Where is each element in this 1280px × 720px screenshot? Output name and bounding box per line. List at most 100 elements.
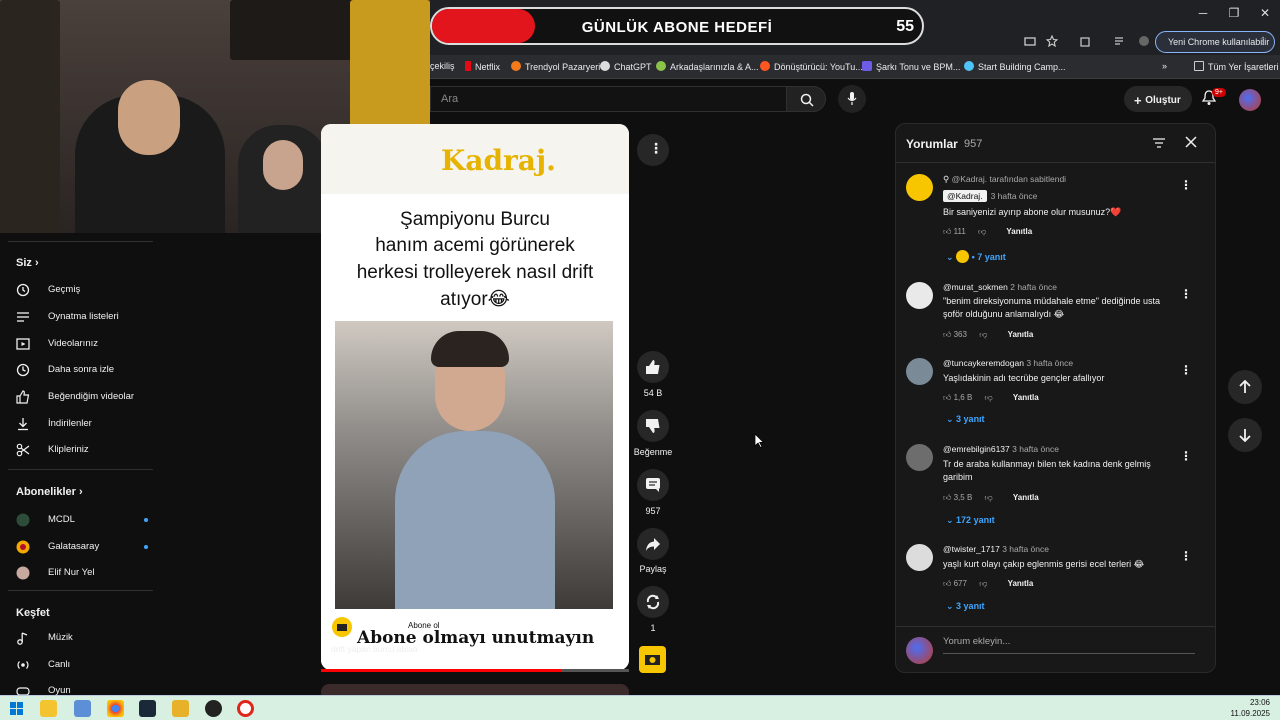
bookmark-arkadas[interactable]: Arkadaşlarınızla & A... [656, 61, 759, 72]
bookmark-netflix[interactable]: Netflix [465, 61, 500, 72]
comment-avatar[interactable] [906, 544, 933, 571]
like-comment-icon[interactable]: 👍︎ [943, 227, 951, 236]
reply-button[interactable]: Yanıtla [1006, 227, 1032, 236]
close-icon[interactable] [1184, 135, 1198, 149]
more-options-button[interactable]: ⋮ [637, 134, 669, 166]
sidebar-item-music[interactable]: Müzik [16, 629, 146, 649]
sidebar-item-watch-later[interactable]: Daha sonra izle [16, 361, 146, 381]
comment-avatar[interactable] [906, 444, 933, 471]
dislike-button[interactable] [637, 410, 669, 442]
install-icon[interactable] [1024, 36, 1036, 48]
sidebar-subs-header[interactable]: Abonelikler › [16, 486, 83, 498]
like-comment-icon[interactable]: 👍︎ [943, 579, 951, 588]
search-button[interactable] [786, 86, 826, 112]
sidebar-item-downloads[interactable]: İndirilenler [16, 415, 146, 435]
comment-menu-icon[interactable]: ⋮ [1180, 363, 1192, 377]
close-window-button[interactable]: ✕ [1250, 6, 1280, 20]
comment-author[interactable]: @tuncaykeremdogan [943, 358, 1024, 368]
replies-toggle[interactable]: ⌄ 172 yanıt [946, 515, 995, 526]
windows-start-icon[interactable] [10, 702, 23, 715]
dislike-comment-icon[interactable]: 👎︎ [979, 330, 987, 339]
short-description[interactable]: drift yapan burcu ablaa #edit #drift #ar… [331, 644, 629, 654]
app-icon[interactable] [205, 700, 222, 717]
comment-author[interactable]: @twister_1717 [943, 544, 1000, 554]
sidebar-item-clips[interactable]: Klipleriniz [16, 441, 146, 461]
channel-thumbnail[interactable] [639, 646, 666, 673]
replies-toggle[interactable]: ⌄ 3 yanıt [946, 414, 985, 425]
sidebar-item-your-videos[interactable]: Videolarınız [16, 335, 146, 355]
comment-menu-icon[interactable]: ⋮ [1180, 287, 1192, 301]
dislike-comment-icon[interactable]: 👎︎ [985, 493, 993, 502]
like-button[interactable] [637, 351, 669, 383]
bookmark-trendyol[interactable]: Trendyol Pazaryeri [511, 61, 600, 72]
next-short-peek[interactable] [321, 684, 629, 695]
sidebar-item-playlists[interactable]: Oynatma listeleri [16, 308, 146, 328]
sidebar-item-liked[interactable]: Beğendiğim videolar [16, 388, 146, 408]
comment-author[interactable]: @Kadraj. [943, 190, 987, 202]
bookmark-0[interactable]: çekiliş [430, 61, 455, 71]
bookmark-donusturucu[interactable]: Dönüştürücü: YouTu... [760, 61, 863, 72]
like-comment-icon[interactable]: 👍︎ [943, 493, 951, 502]
file-explorer-icon[interactable] [40, 700, 57, 717]
reply-button[interactable]: Yanıtla [1013, 393, 1039, 402]
chrome-update-pill[interactable]: Yeni Chrome kullanılabilir ⋮ [1155, 31, 1275, 53]
steam-icon[interactable] [139, 700, 156, 717]
channel-logo-icon[interactable] [331, 616, 353, 638]
create-button[interactable]: + Oluştur [1124, 86, 1192, 112]
bookmark-start[interactable]: Start Building Camp... [964, 61, 1066, 72]
dislike-comment-icon[interactable]: 👎︎ [985, 393, 993, 402]
sidebar-subs-label: Abonelikler [16, 486, 76, 498]
channel-handle[interactable]: @Kadraj. [357, 617, 395, 627]
search-input[interactable]: Ara [430, 86, 786, 112]
bookmark-sarki[interactable]: Şarkı Tonu ve BPM... [862, 61, 960, 72]
app-icon[interactable] [172, 700, 189, 717]
sidebar-sub-elif[interactable]: Elif Nur Yel [16, 564, 146, 584]
app-icon[interactable] [74, 700, 91, 717]
dislike-comment-icon[interactable]: 👎︎ [978, 227, 986, 236]
minimize-button[interactable]: ─ [1188, 6, 1218, 20]
like-comment-icon[interactable]: 👍︎ [943, 393, 951, 402]
sort-icon[interactable] [1152, 137, 1166, 149]
comment-avatar[interactable] [906, 174, 933, 201]
like-comment-icon[interactable]: 👍︎ [943, 330, 951, 339]
media-icon[interactable] [1114, 35, 1126, 47]
voice-search-button[interactable] [838, 85, 866, 113]
bookmark-chatgpt[interactable]: ChatGPT [600, 61, 652, 72]
bookmarks-overflow-icon[interactable]: » [1162, 61, 1167, 71]
comment-avatar[interactable] [906, 358, 933, 385]
remix-button[interactable] [637, 586, 669, 618]
reply-button[interactable]: Yanıtla [1008, 330, 1034, 339]
chrome-icon[interactable] [107, 700, 124, 717]
sidebar-item-history[interactable]: Geçmiş [16, 281, 146, 301]
comment-author[interactable]: @murat_sokmen [943, 282, 1008, 292]
extensions-icon[interactable] [1079, 35, 1091, 47]
system-clock[interactable]: 23:06 11.09.2025 [1231, 697, 1270, 719]
sidebar-sub-mcdl[interactable]: MCDL [16, 511, 148, 531]
share-button[interactable] [637, 528, 669, 560]
opera-icon[interactable] [237, 700, 254, 717]
progress-bar[interactable] [321, 669, 629, 672]
comment-avatar[interactable] [906, 282, 933, 309]
reply-button[interactable]: Yanıtla [1008, 579, 1034, 588]
previous-short-button[interactable] [1228, 370, 1262, 404]
profile-icon[interactable] [1138, 35, 1150, 47]
sidebar-sub-galatasaray[interactable]: Galatasaray [16, 538, 148, 558]
dislike-comment-icon[interactable]: 👎︎ [979, 579, 987, 588]
replies-toggle[interactable]: ⌄ • 7 yanıt [946, 250, 1006, 263]
reply-button[interactable]: Yanıtla [1013, 493, 1039, 502]
comment-menu-icon[interactable]: ⋮ [1180, 178, 1192, 192]
sidebar-you-header[interactable]: Siz › [16, 257, 39, 269]
all-bookmarks[interactable]: Tüm Yer İşaretleri [1194, 61, 1279, 72]
comments-button[interactable] [637, 469, 669, 501]
restore-button[interactable]: ❐ [1219, 6, 1249, 20]
next-short-button[interactable] [1228, 418, 1262, 452]
star-icon[interactable] [1046, 35, 1058, 47]
comment-menu-icon[interactable]: ⋮ [1180, 449, 1192, 463]
comment-menu-icon[interactable]: ⋮ [1180, 549, 1192, 563]
account-avatar[interactable] [1239, 89, 1261, 111]
add-comment-input[interactable]: Yorum ekleyin... [943, 636, 1010, 647]
replies-toggle[interactable]: ⌄ 3 yanıt [946, 601, 985, 612]
shorts-player[interactable]: Kadraj. Şampiyonu Burcu hanım acemi görü… [321, 124, 629, 670]
comment-author[interactable]: @emrebilgin6137 [943, 444, 1010, 454]
sidebar-item-live[interactable]: Canlı [16, 656, 146, 676]
